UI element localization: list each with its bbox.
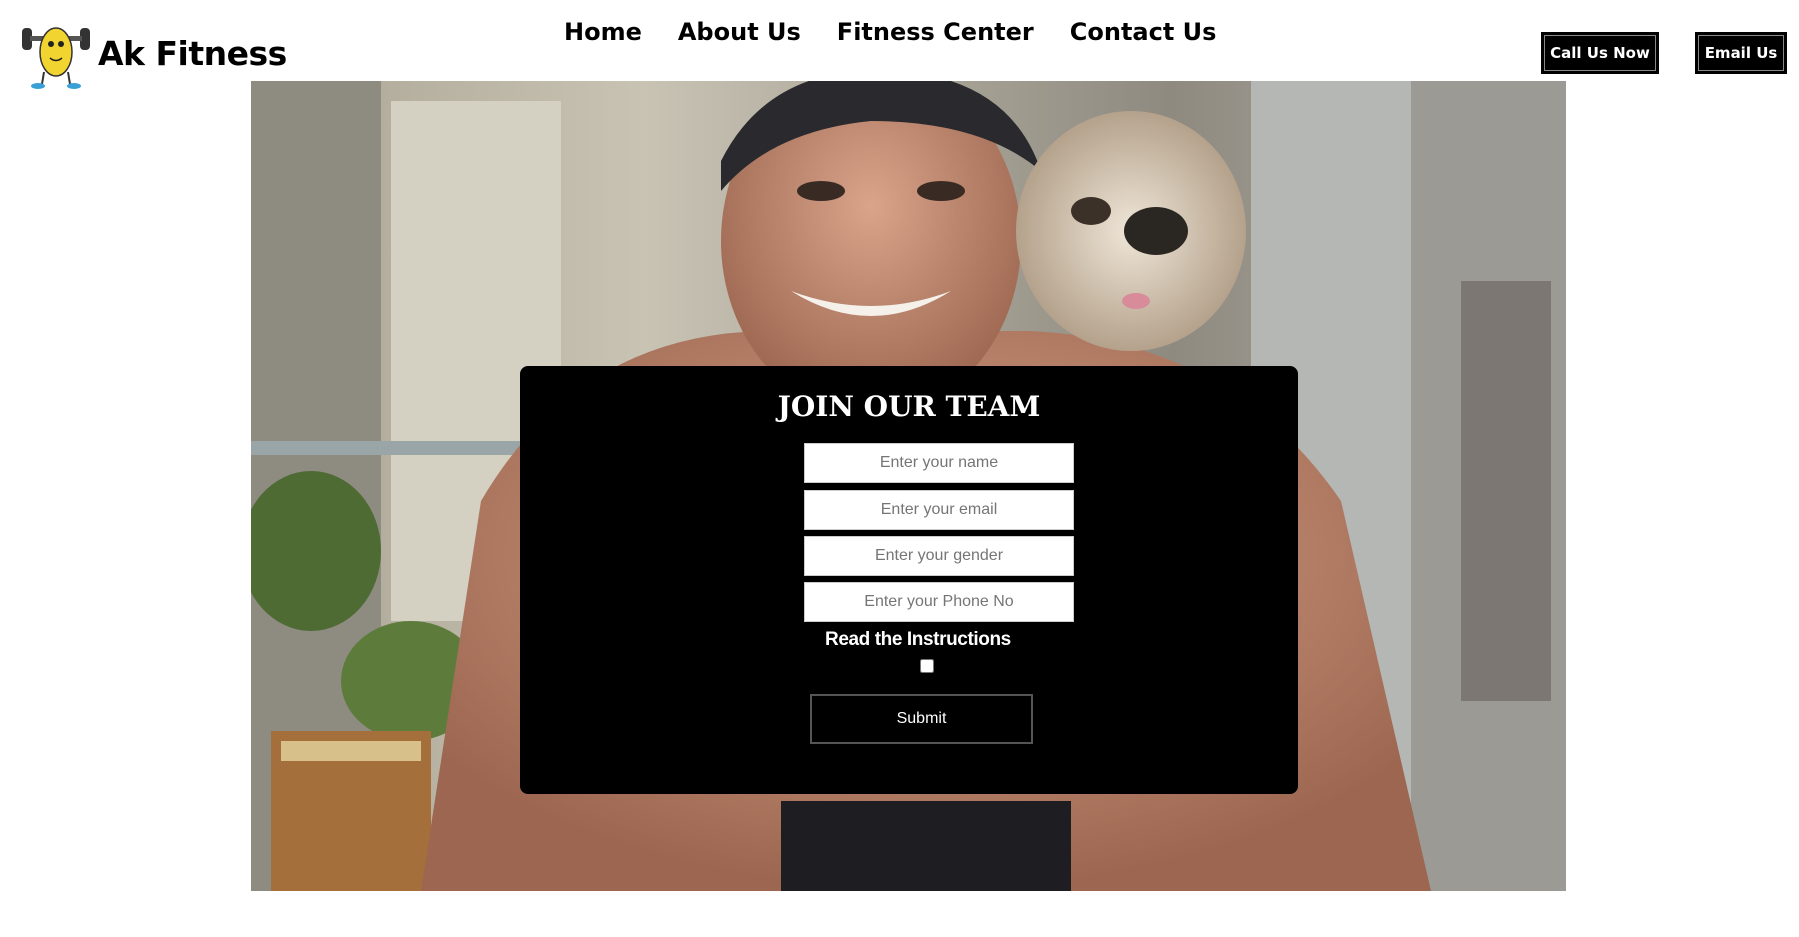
nav-home[interactable]: Home <box>564 18 642 46</box>
nav-contact-us[interactable]: Contact Us <box>1070 18 1217 46</box>
join-form-panel: JOIN OUR TEAM Read the Instructions Subm… <box>520 366 1298 794</box>
nav-fitness-center[interactable]: Fitness Center <box>837 18 1034 46</box>
call-us-button[interactable]: Call Us Now <box>1541 32 1659 74</box>
main-nav: Home About Us Fitness Center Contact Us <box>564 18 1252 46</box>
email-us-button[interactable]: Email Us <box>1695 32 1787 74</box>
page: Ak Fitness Home About Us Fitness Center … <box>0 0 1799 937</box>
form-title: JOIN OUR TEAM <box>777 390 1041 423</box>
instructions-label: Read the Instructions <box>825 629 1011 650</box>
email-field[interactable] <box>804 490 1074 530</box>
name-field[interactable] <box>804 443 1074 483</box>
nav-about-us[interactable]: About Us <box>678 18 801 46</box>
dumbbell-mascot-icon <box>22 27 90 89</box>
brand-name: Ak Fitness <box>98 33 287 73</box>
submit-button[interactable]: Submit <box>810 694 1033 744</box>
instructions-checkbox[interactable] <box>920 659 934 673</box>
phone-field[interactable] <box>804 582 1074 622</box>
gender-field[interactable] <box>804 536 1074 576</box>
brand-logo[interactable]: Ak Fitness <box>20 14 287 90</box>
